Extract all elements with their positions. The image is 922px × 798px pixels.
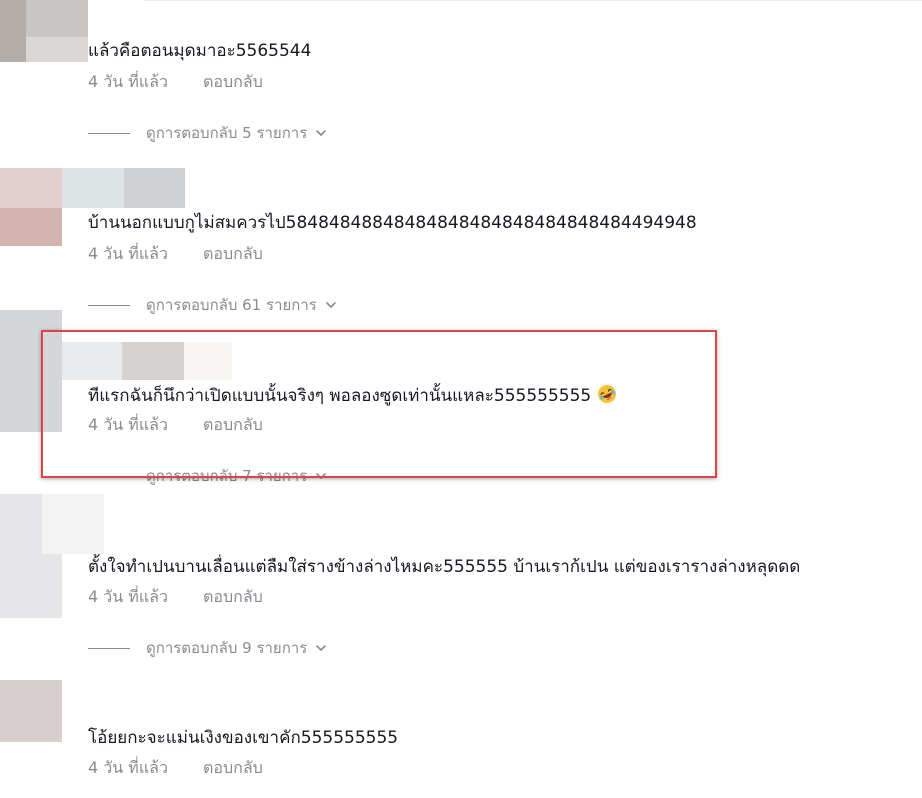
reply-button[interactable]: ตอบกลับ	[203, 587, 263, 607]
comment-time: 4 วัน ที่แล้ว	[88, 587, 168, 606]
reply-button[interactable]: ตอบกลับ	[203, 72, 263, 92]
comment-meta: 4 วัน ที่แล้ว ตอบกลับ	[88, 587, 263, 607]
chevron-down-icon	[316, 130, 327, 136]
avatar-blurred	[0, 0, 26, 62]
chevron-down-icon	[316, 645, 327, 651]
top-divider	[145, 0, 922, 1]
comment-text: โอ้ยยกะจะแม่นเงิงของเขาคัก555555555	[88, 728, 399, 748]
view-replies-label: ดูการตอบกลับ 5 รายการ	[146, 124, 308, 142]
replies-divider	[88, 132, 130, 134]
avatar-blurred	[0, 680, 62, 742]
view-replies-label: ดูการตอบกลับ 61 รายการ	[146, 296, 317, 314]
view-replies-button[interactable]: ดูการตอบกลับ 61 รายการ	[88, 295, 337, 315]
reply-button[interactable]: ตอบกลับ	[203, 244, 263, 264]
avatar-blurred	[0, 168, 62, 208]
view-replies-button[interactable]: ดูการตอบกลับ 5 รายการ	[88, 123, 327, 143]
comment-meta: 4 วัน ที่แล้ว ตอบกลับ	[88, 415, 263, 435]
comment-meta: 4 วัน ที่แล้ว ตอบกลับ	[88, 758, 263, 778]
chevron-down-icon	[316, 473, 327, 479]
username-blurred	[122, 342, 184, 380]
comment-time: 4 วัน ที่แล้ว	[88, 72, 168, 91]
avatar-blurred	[0, 208, 62, 246]
comment-meta: 4 วัน ที่แล้ว ตอบกลับ	[88, 244, 263, 264]
username-blurred	[26, 37, 88, 62]
comment-time: 4 วัน ที่แล้ว	[88, 758, 168, 777]
comment-text: บ้านนอกแบบกูไม่สมควรไป584848488484848484…	[88, 213, 697, 233]
username-blurred	[42, 494, 104, 554]
chevron-down-icon	[326, 302, 336, 308]
view-replies-label: ดูการตอบกลับ 7 รายการ	[146, 467, 308, 485]
username-blurred	[124, 168, 185, 208]
replies-divider	[88, 475, 130, 477]
replies-divider	[88, 304, 130, 306]
reply-button[interactable]: ตอบกลับ	[203, 415, 263, 435]
comment-time: 4 วัน ที่แล้ว	[88, 244, 168, 263]
comment-meta: 4 วัน ที่แล้ว ตอบกลับ	[88, 72, 263, 92]
username-blurred	[26, 0, 88, 37]
username-blurred	[62, 342, 122, 380]
comment-time: 4 วัน ที่แล้ว	[88, 415, 168, 434]
reply-button[interactable]: ตอบกลับ	[203, 758, 263, 778]
username-blurred	[62, 168, 124, 208]
view-replies-button[interactable]: ดูการตอบกลับ 9 รายการ	[88, 638, 327, 658]
view-replies-button[interactable]: ดูการตอบกลับ 7 รายการ	[88, 466, 327, 486]
rolling-laughing-emoji-icon	[598, 385, 617, 403]
view-replies-label: ดูการตอบกลับ 9 รายการ	[146, 639, 308, 657]
avatar-blurred	[0, 310, 62, 432]
comment-text: แล้วคือตอนมุดมาอะ5565544	[88, 41, 312, 61]
comment-text: ทีแรกฉันก็นึกว่าเปิดแบบนั้นจริงๆ พอลองซู…	[88, 384, 617, 407]
username-blurred	[184, 342, 232, 380]
replies-divider	[88, 647, 130, 649]
comment-text: ตั้งใจทำเปนบานเลื่อนแต่ลืมใส่รางข้างล่าง…	[88, 557, 801, 577]
comment-body: ทีแรกฉันก็นึกว่าเปิดแบบนั้นจริงๆ พอลองซู…	[88, 386, 592, 406]
